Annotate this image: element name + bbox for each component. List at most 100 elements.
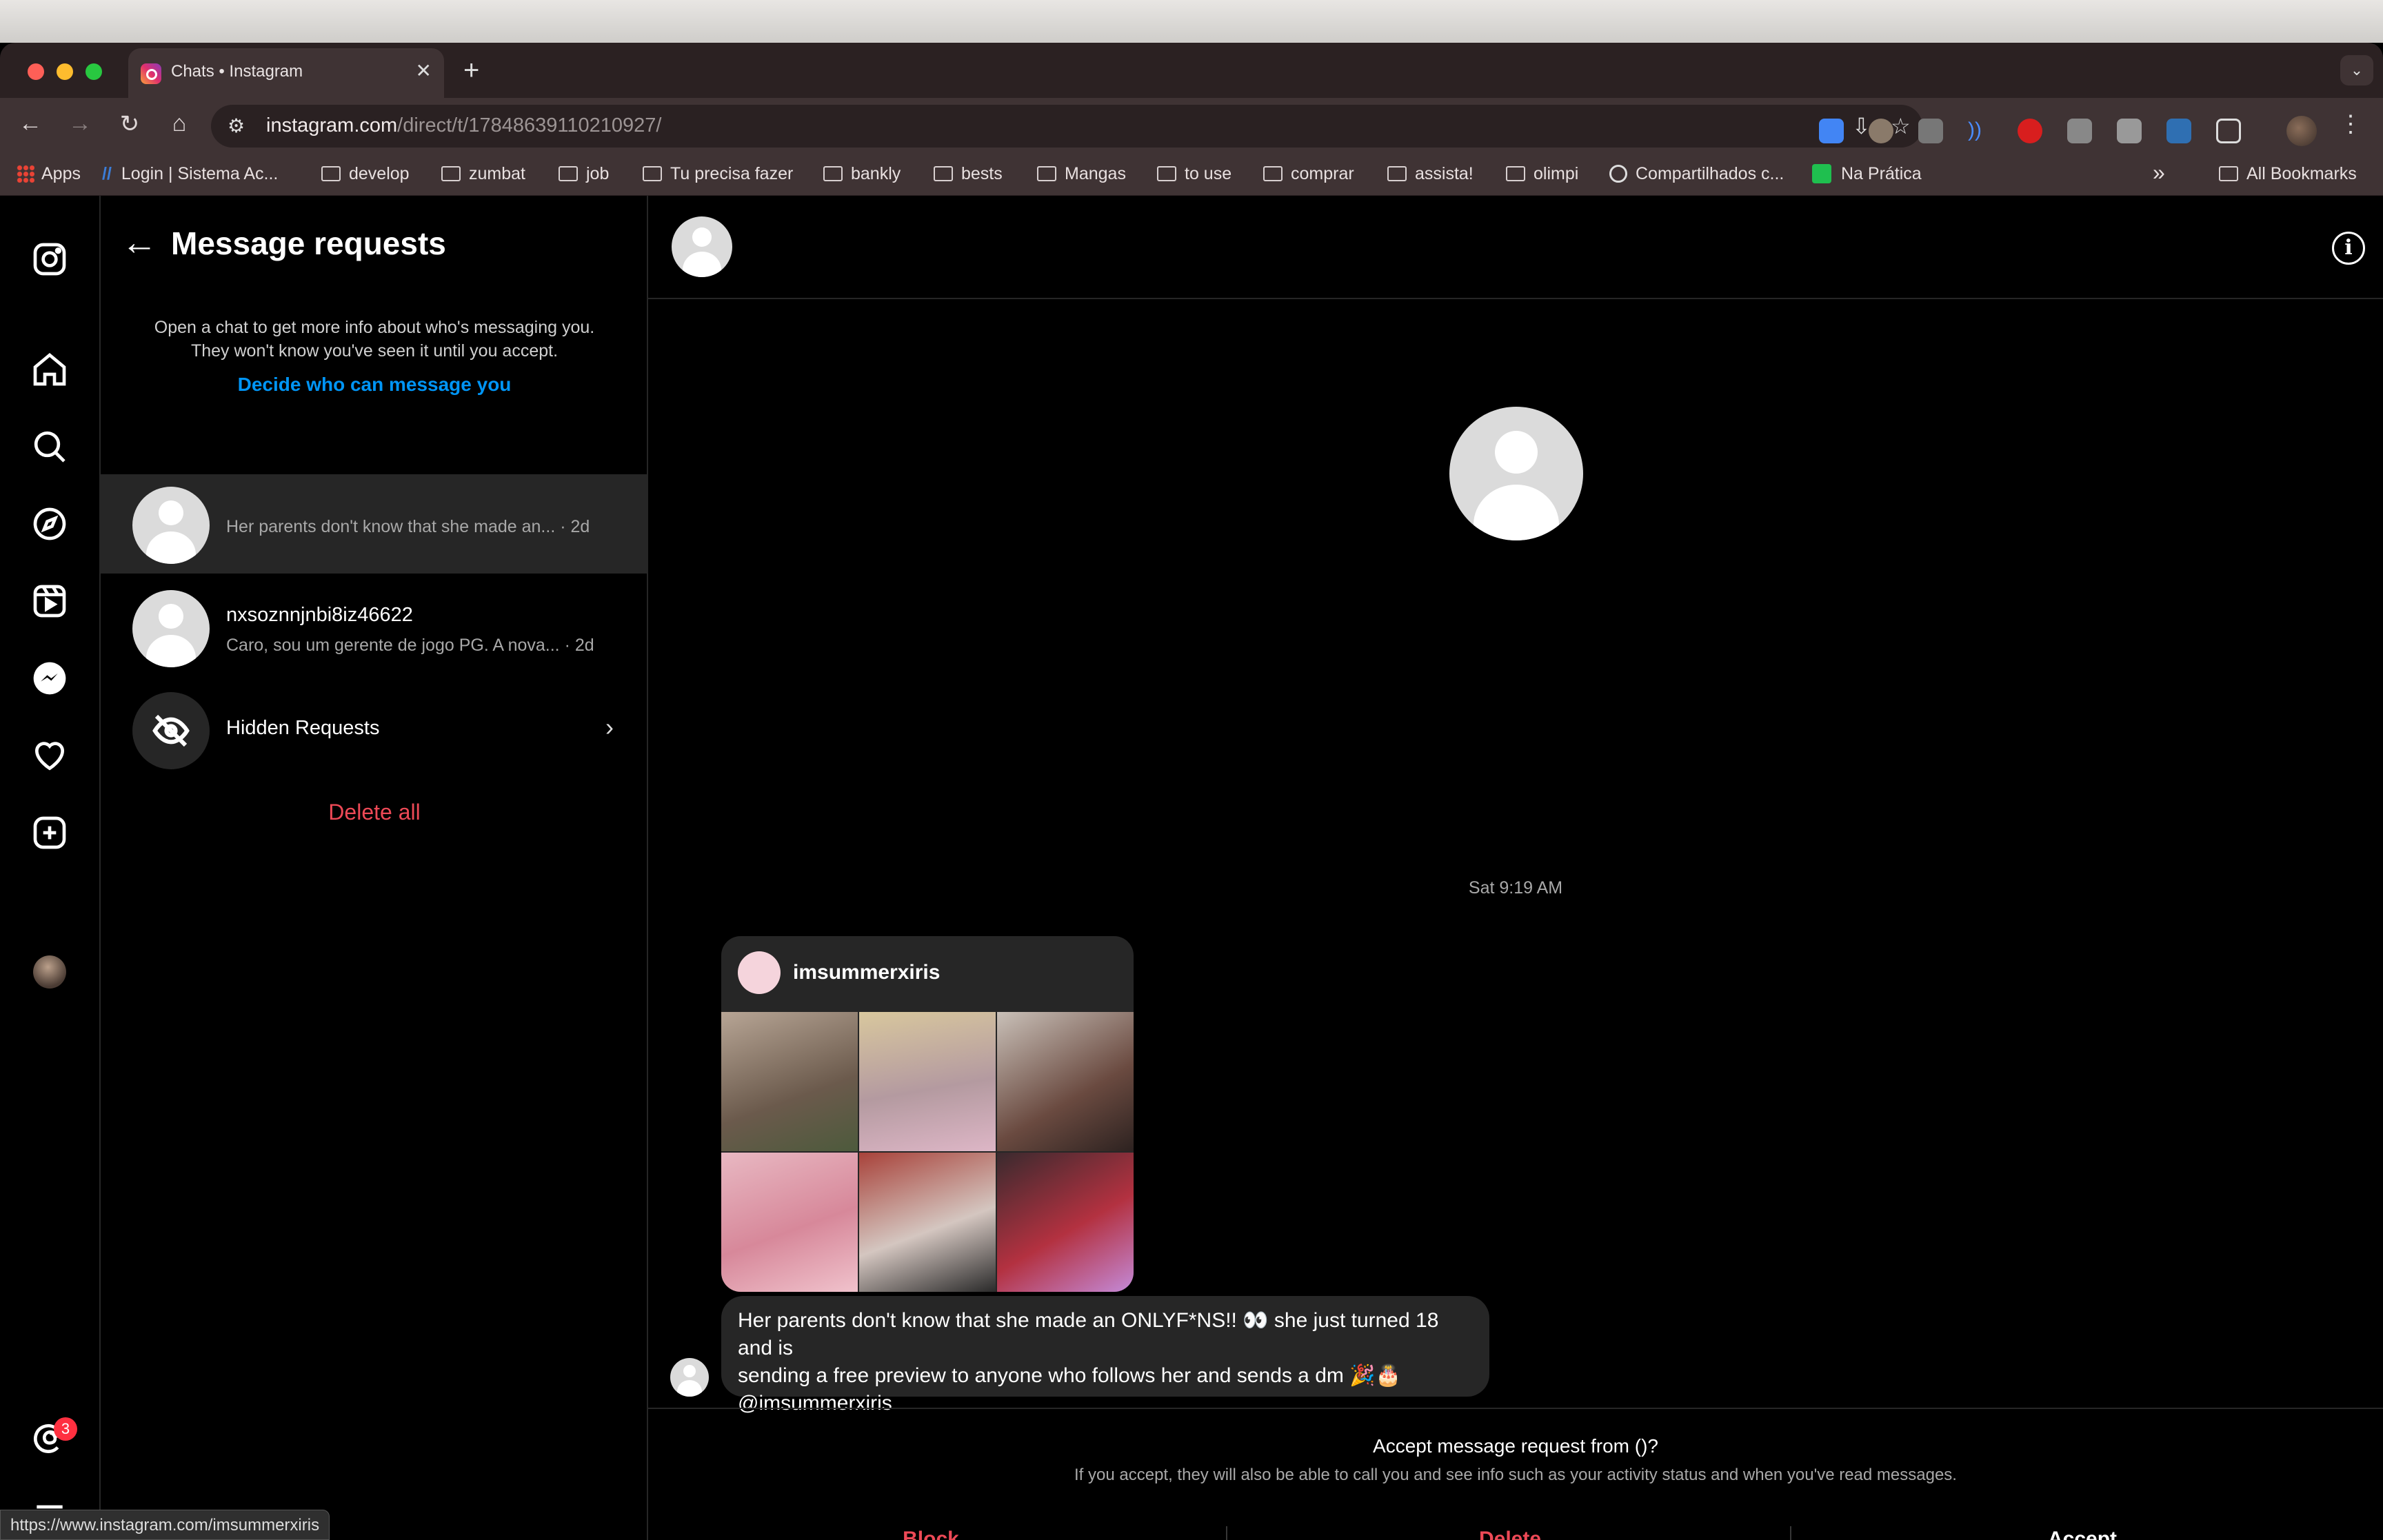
bookmark-login[interactable]: // Login | Sistema Ac... bbox=[102, 164, 278, 184]
instagram-app: 3 ← Message requests Open a chat to get … bbox=[0, 196, 2383, 1540]
info-icon[interactable]: i bbox=[2332, 232, 2365, 265]
tab-search-button[interactable]: ⌄ bbox=[2340, 55, 2373, 85]
request-item-selected[interactable]: Her parents don't know that she made an.… bbox=[101, 474, 648, 574]
extension-hand-icon[interactable] bbox=[2018, 119, 2042, 143]
site-settings-icon[interactable]: ⚙ bbox=[228, 114, 245, 137]
extension-stripes-icon[interactable] bbox=[1918, 119, 1943, 143]
close-window-button[interactable] bbox=[28, 63, 44, 80]
bookmark-na-pratica[interactable]: Na Prática bbox=[1812, 164, 1922, 184]
bookmark-label: Mangas bbox=[1065, 164, 1126, 183]
eye-off-icon bbox=[132, 692, 210, 769]
home-icon[interactable] bbox=[30, 350, 69, 389]
browser-window: Chats • Instagram ✕ + ⌄ ← → ↻ ⌂ ⚙ instag… bbox=[0, 43, 2383, 1540]
decide-who-can-message-link[interactable]: Decide who can message you bbox=[101, 374, 648, 396]
folder-icon bbox=[1506, 166, 1525, 181]
search-icon[interactable] bbox=[30, 427, 69, 466]
instagram-logo-icon[interactable] bbox=[30, 240, 69, 278]
bookmark-folder-zumbat[interactable]: zumbat bbox=[441, 164, 525, 184]
bookmark-site-icon: // bbox=[102, 164, 112, 183]
sender-avatar[interactable] bbox=[670, 1358, 709, 1397]
chat-thread: i Sat 9:19 AM imsummerxiris Her parents … bbox=[648, 196, 2383, 1540]
create-plus-icon[interactable] bbox=[30, 813, 69, 852]
preview-text: Caro, sou um gerente de jogo PG. A nova.… bbox=[226, 636, 560, 655]
reels-icon[interactable] bbox=[30, 582, 69, 620]
folder-icon bbox=[1037, 166, 1056, 181]
reload-icon[interactable]: ↻ bbox=[116, 110, 143, 138]
url-text[interactable]: instagram.com/direct/t/17848639110210927… bbox=[266, 114, 661, 137]
folder-icon bbox=[1387, 166, 1407, 181]
bookmark-folder-comprar[interactable]: comprar bbox=[1263, 164, 1354, 184]
bookmark-folder-mangas[interactable]: Mangas bbox=[1037, 164, 1126, 184]
bookmark-folder-bests[interactable]: bests bbox=[934, 164, 1003, 184]
profile-avatar[interactable] bbox=[33, 955, 66, 989]
tab-instagram[interactable]: Chats • Instagram ✕ bbox=[128, 48, 444, 98]
bookmark-folder-to-use[interactable]: to use bbox=[1157, 164, 1231, 184]
chat-header-avatar[interactable] bbox=[672, 216, 732, 277]
message-line: Her parents don't know that she made an … bbox=[738, 1309, 1439, 1359]
messenger-icon[interactable] bbox=[30, 659, 69, 698]
hidden-requests-row[interactable]: Hidden Requests › bbox=[101, 682, 648, 782]
nav-rail: 3 bbox=[0, 196, 101, 1540]
default-avatar bbox=[132, 590, 210, 667]
bookmark-compartilhados[interactable]: Compartilhados c... bbox=[1609, 164, 1784, 184]
bookmarks-overflow-icon[interactable]: » bbox=[2153, 160, 2165, 185]
forward-arrow-icon[interactable]: → bbox=[66, 110, 94, 137]
profile-large-avatar[interactable] bbox=[1449, 407, 1583, 540]
google-translate-icon[interactable] bbox=[1819, 119, 1844, 143]
divider bbox=[1790, 1526, 1791, 1540]
extension-m-icon[interactable] bbox=[2067, 119, 2092, 143]
delete-all-button[interactable]: Delete all bbox=[101, 800, 648, 825]
bookmark-folder-job[interactable]: job bbox=[559, 164, 609, 184]
explore-compass-icon[interactable] bbox=[30, 505, 69, 543]
apps-grid-icon bbox=[17, 165, 34, 183]
request-item[interactable]: nxsoznnjnbi8iz46622 Caro, sou um gerente… bbox=[101, 578, 648, 677]
bookmark-apps[interactable]: Apps bbox=[17, 164, 81, 184]
browser-toolbar: ← → ↻ ⌂ ⚙ instagram.com/direct/t/1784863… bbox=[0, 98, 2383, 154]
photo-thumbnail[interactable] bbox=[721, 1153, 858, 1292]
zoom-window-button[interactable] bbox=[86, 63, 102, 80]
browser-menu-icon[interactable]: ⋮ bbox=[2339, 110, 2362, 138]
chevron-right-icon: › bbox=[605, 713, 614, 741]
extension-owl-icon[interactable] bbox=[1869, 119, 1893, 143]
tab-close-icon[interactable]: ✕ bbox=[416, 59, 432, 82]
notifications-heart-icon[interactable] bbox=[30, 736, 69, 775]
photo-thumbnail[interactable] bbox=[859, 1012, 996, 1151]
back-arrow-icon[interactable]: ← bbox=[17, 110, 44, 137]
extension-robot-icon[interactable] bbox=[2166, 119, 2191, 143]
new-tab-button[interactable]: + bbox=[463, 55, 479, 86]
bookmark-folder-develop[interactable]: develop bbox=[321, 164, 410, 184]
extensions-puzzle-icon[interactable] bbox=[2216, 119, 2241, 143]
address-bar[interactable]: ⚙ instagram.com/direct/t/178486391102109… bbox=[211, 105, 1922, 148]
all-bookmarks[interactable]: All Bookmarks bbox=[2219, 164, 2357, 184]
preview-time: · 2d bbox=[560, 517, 590, 536]
minimize-window-button[interactable] bbox=[57, 63, 73, 80]
bookmark-folder-tu-precisa-fazer[interactable]: Tu precisa fazer bbox=[643, 164, 793, 184]
bookmark-star-icon[interactable]: ☆ bbox=[1891, 113, 1911, 139]
extension-pencil-icon[interactable] bbox=[2117, 119, 2142, 143]
message-bubble[interactable]: Her parents don't know that she made an … bbox=[721, 1296, 1489, 1415]
shared-profile-card[interactable]: imsummerxiris bbox=[721, 936, 1134, 1292]
bookmark-label: Compartilhados c... bbox=[1636, 164, 1784, 183]
bookmark-folder-olimpi[interactable]: olimpi bbox=[1506, 164, 1578, 184]
bookmark-folder-bankly[interactable]: bankly bbox=[823, 164, 901, 184]
bookmark-label: Login | Sistema Ac... bbox=[121, 164, 279, 183]
browser-profile-avatar[interactable] bbox=[2286, 116, 2317, 146]
url-host: instagram.com bbox=[266, 114, 398, 136]
url-path: /direct/t/17848639110210927/ bbox=[397, 114, 662, 136]
request-preview: Her parents don't know that she made an.… bbox=[226, 517, 590, 537]
folder-icon bbox=[643, 166, 662, 181]
photo-thumbnail[interactable] bbox=[997, 1012, 1134, 1151]
install-app-icon[interactable]: ⇩ bbox=[1852, 113, 1871, 139]
home-icon[interactable]: ⌂ bbox=[165, 110, 193, 137]
bookmark-folder-assista[interactable]: assista! bbox=[1387, 164, 1474, 184]
extension-wave-icon[interactable]: )) bbox=[1968, 119, 1993, 143]
photo-thumbnail[interactable] bbox=[859, 1153, 996, 1292]
photo-thumbnail[interactable] bbox=[721, 1012, 858, 1151]
accept-button[interactable]: Accept bbox=[1800, 1528, 2365, 1540]
block-button[interactable]: Block bbox=[648, 1528, 1214, 1540]
chrome-icon bbox=[1609, 165, 1627, 183]
photo-thumbnail[interactable] bbox=[997, 1153, 1134, 1292]
bookmark-label: Apps bbox=[41, 164, 81, 183]
delete-button[interactable]: Delete bbox=[1227, 1528, 1793, 1540]
back-arrow-icon[interactable]: ← bbox=[121, 222, 157, 263]
